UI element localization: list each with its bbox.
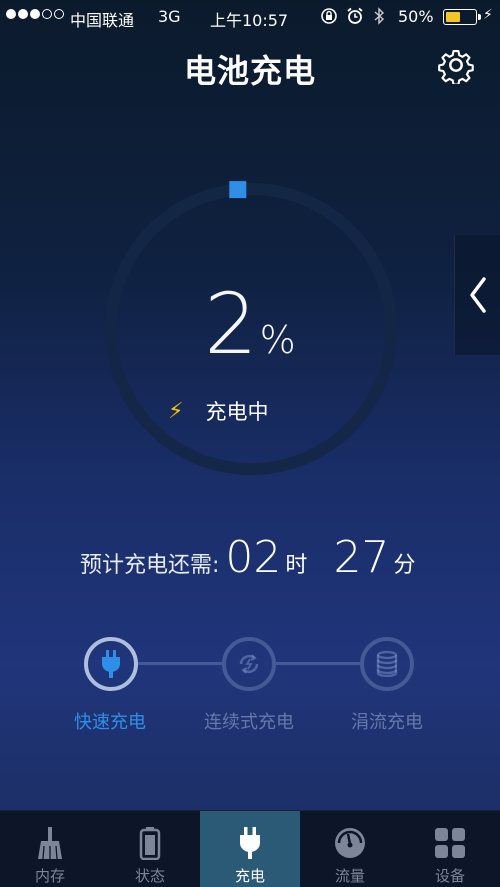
tab-device-label: 设备: [434, 867, 465, 885]
charge-percent-value: 2: [204, 275, 258, 373]
status-time: 上午10:57: [210, 11, 289, 30]
charging-status-text: 充电中: [205, 400, 269, 424]
gear-icon[interactable]: [437, 46, 475, 84]
tab-status-label: 状态: [134, 867, 165, 885]
progress-marker: [229, 181, 247, 199]
charge-percent-unit: %: [259, 318, 296, 362]
charging-stages: 快速充电 连续式充电 涓流充电: [0, 632, 500, 733]
minutes-unit: 分: [393, 553, 416, 578]
broom-icon: [38, 827, 62, 860]
battery-status-icon: [443, 9, 481, 25]
status-bar: 中国联通 3G 上午10:57 50% ⚡: [0, 0, 500, 34]
time-remaining-label: 预计充电还需:: [80, 553, 220, 578]
gauge-icon: [335, 828, 365, 858]
tab-memory-label: 内存: [34, 867, 65, 885]
stage-continuous-charge-label: 连续式充电: [204, 712, 294, 733]
orientation-lock-icon: [321, 8, 337, 24]
time-remaining: 预计充电还需: 02 时 27 分: [80, 532, 415, 583]
charge-percent: 2%: [0, 282, 500, 366]
stage-fast-charge-label: 快速充电: [74, 712, 146, 733]
stage-trickle-charge[interactable]: [360, 637, 414, 691]
cycle-icon: [239, 654, 259, 674]
plug-icon: [240, 827, 260, 859]
network-type: 3G: [158, 7, 181, 26]
tab-traffic[interactable]: 流量: [300, 811, 400, 887]
stage-continuous-charge[interactable]: [222, 637, 276, 691]
battery-icon: [139, 827, 161, 860]
hours-value: 02: [225, 532, 282, 583]
charging-status: ⚡ 充电中: [168, 396, 268, 426]
minutes-value: 27: [333, 532, 390, 583]
battery-percent-text: 50%: [398, 7, 434, 26]
grid-icon: [435, 828, 465, 858]
tab-status[interactable]: 状态: [100, 811, 200, 887]
page-title: 电池充电: [183, 52, 316, 90]
tab-device[interactable]: 设备: [400, 811, 500, 887]
signal-strength-icon: [6, 9, 64, 19]
bolt-icon: ⚡: [168, 398, 184, 424]
coil-icon: [376, 650, 398, 678]
stage-trickle-charge-label: 涓流充电: [351, 712, 423, 733]
bluetooth-icon: [374, 7, 385, 25]
stage-connector: [276, 662, 360, 665]
tab-charging[interactable]: 充电: [200, 811, 300, 887]
tab-memory[interactable]: 内存: [0, 811, 100, 887]
plug-icon: [102, 650, 120, 678]
tab-traffic-label: 流量: [334, 867, 365, 885]
bottom-tab-bar: 内存 状态 充电 流量 设备: [0, 810, 500, 887]
tab-charging-label: 充电: [234, 867, 265, 885]
charging-bolt-icon: ⚡: [483, 7, 493, 23]
hours-unit: 时: [285, 553, 308, 578]
carrier-name: 中国联通: [70, 11, 135, 30]
alarm-icon: [347, 7, 363, 24]
stage-fast-charge[interactable]: [84, 637, 138, 691]
stage-connector: [138, 662, 222, 665]
